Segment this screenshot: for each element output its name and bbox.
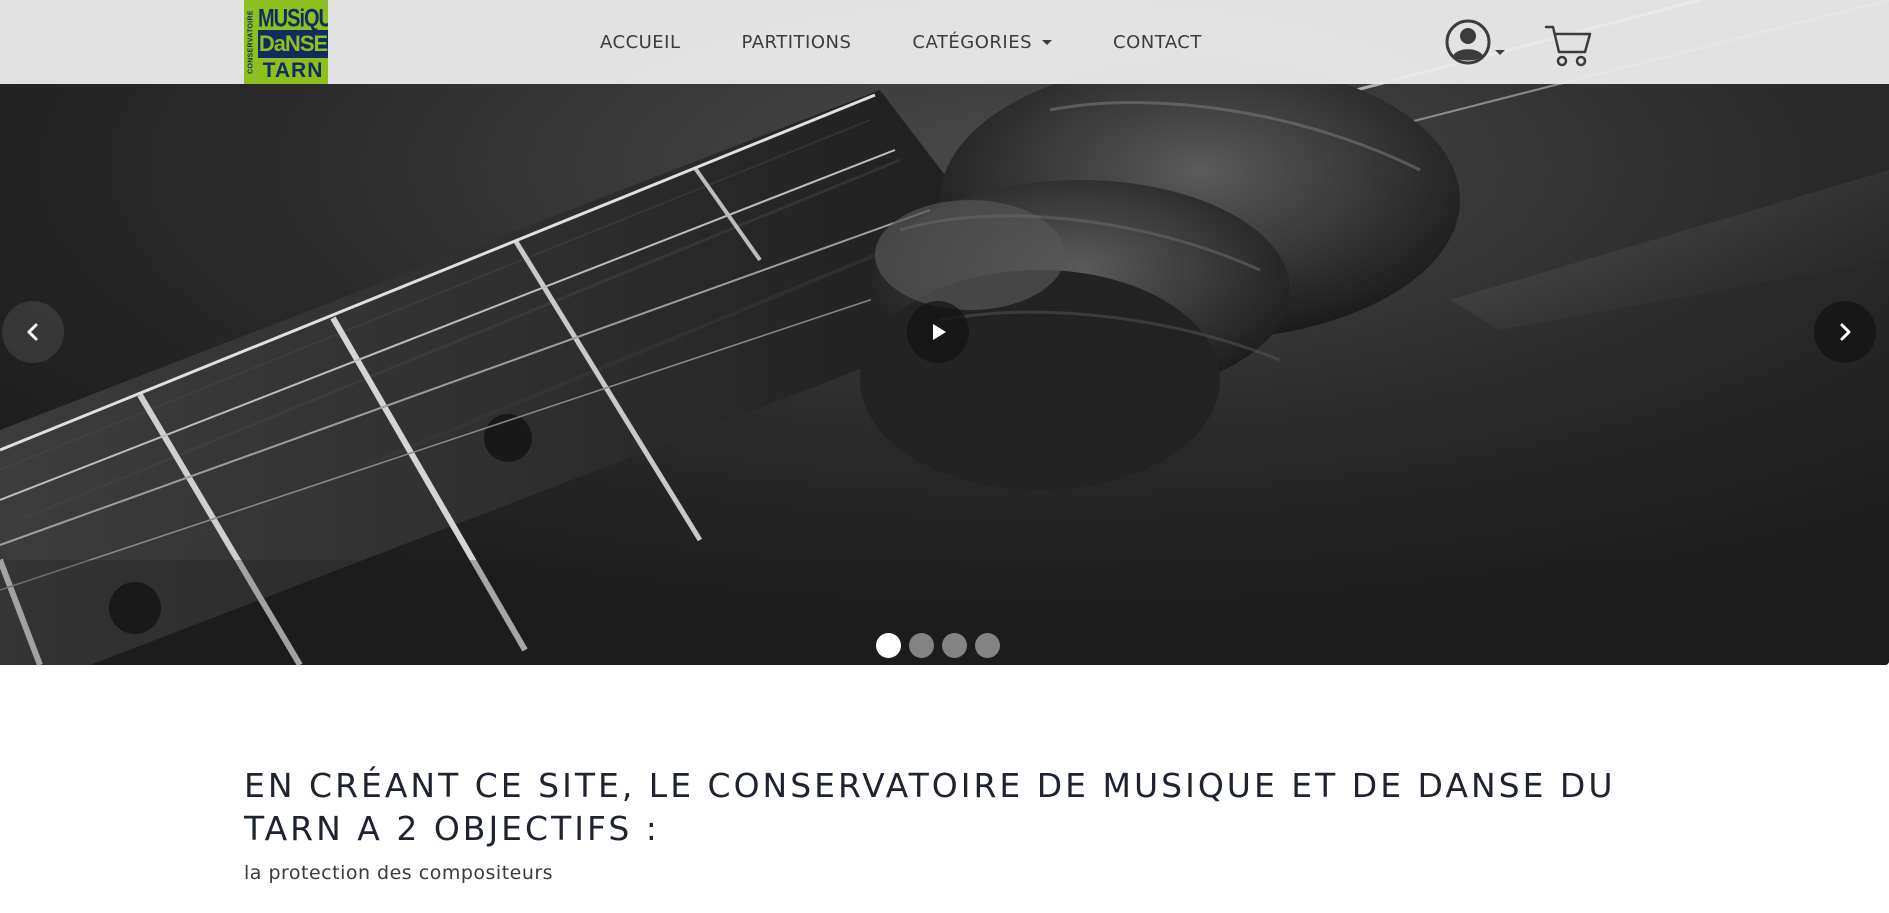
caret-down-icon	[1042, 39, 1053, 45]
carousel-dot-1[interactable]	[876, 633, 901, 658]
logo-side-band: CONSERVATOIRE	[244, 0, 258, 84]
intro-objective-1: la protection des compositeurs	[244, 862, 554, 884]
carousel-indicators	[876, 633, 1008, 658]
site-logo[interactable]: CONSERVATOIRE MUSiQUE DaNSE TARN	[244, 0, 328, 84]
carousel-dot-3[interactable]	[942, 633, 967, 658]
nav-contact[interactable]: CONTACT	[1113, 32, 1202, 53]
chevron-right-icon	[1840, 323, 1851, 341]
logo-line-3: TARN	[258, 58, 328, 84]
logo-line-2: DaNSE	[258, 30, 328, 58]
user-circle-icon	[1445, 19, 1491, 65]
play-icon	[933, 324, 946, 340]
logo-side-text: CONSERVATOIRE	[247, 10, 255, 74]
nav-partitions-label: PARTITIONS	[741, 31, 852, 53]
caret-down-icon	[1495, 50, 1505, 55]
carousel-dot-2[interactable]	[909, 633, 934, 658]
cart-icon	[1544, 25, 1592, 67]
intro-section: EN CRÉANT CE SITE, LE CONSERVATOIRE DE M…	[244, 764, 1664, 884]
carousel-prev-button[interactable]	[2, 301, 64, 363]
main-nav: ACCUEIL PARTITIONS CATÉGORIES CONTACT	[600, 0, 1263, 84]
nav-partitions[interactable]: PARTITIONS	[742, 32, 852, 53]
nav-accueil-label: ACCUEIL	[600, 31, 681, 53]
carousel-play-button[interactable]	[907, 301, 969, 363]
nav-categories-label: CATÉGORIES	[912, 31, 1033, 53]
intro-headline: EN CRÉANT CE SITE, LE CONSERVATOIRE DE M…	[244, 766, 1616, 848]
nav-contact-label: CONTACT	[1113, 31, 1202, 53]
top-navbar: CONSERVATOIRE MUSiQUE DaNSE TARN ACCUEIL…	[0, 0, 1889, 84]
nav-accueil[interactable]: ACCUEIL	[600, 32, 681, 53]
hero-carousel	[0, 0, 1889, 665]
user-account-dropdown[interactable]	[1444, 18, 1508, 68]
chevron-left-icon	[27, 323, 38, 341]
carousel-next-button[interactable]	[1814, 301, 1876, 363]
nav-categories-dropdown[interactable]: CATÉGORIES	[912, 31, 1053, 53]
carousel-dot-4[interactable]	[975, 633, 1000, 658]
cart-button[interactable]	[1544, 22, 1592, 68]
